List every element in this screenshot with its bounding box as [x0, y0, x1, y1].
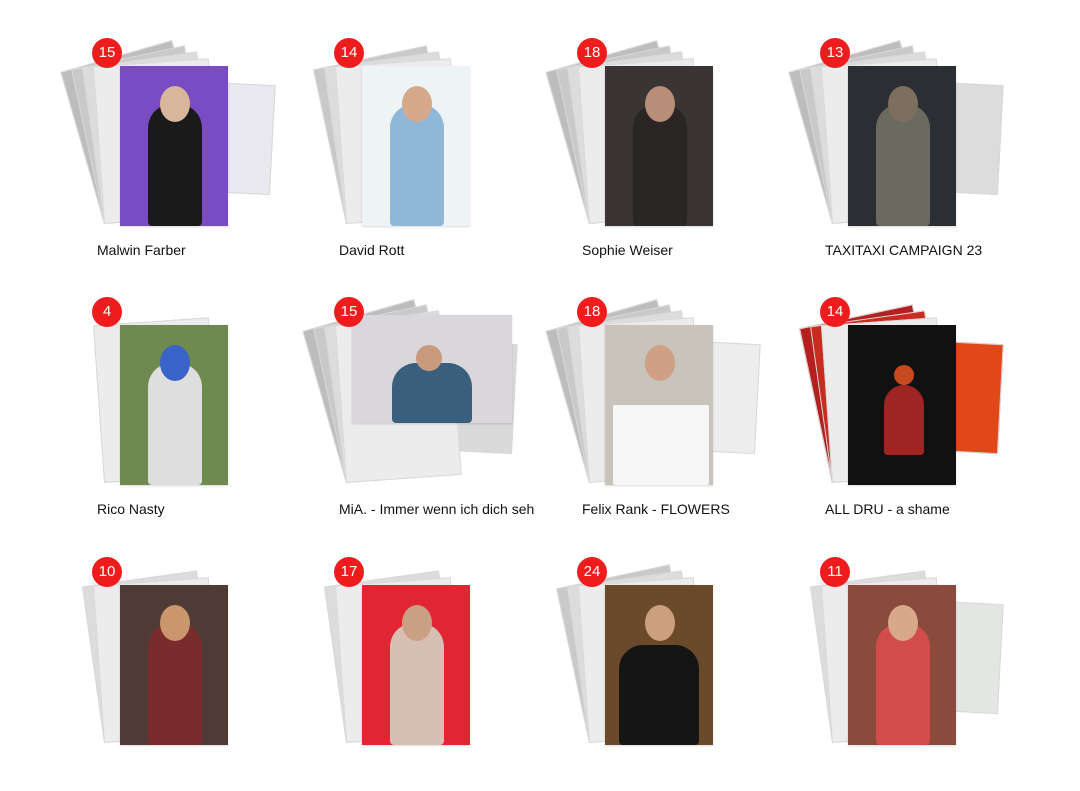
photo-stack	[808, 570, 1008, 761]
cover-photo	[120, 325, 228, 485]
photo-stack	[302, 299, 522, 501]
gallery-item-24[interactable]: 24	[556, 557, 765, 791]
photo-stack	[799, 304, 1008, 501]
photo-count-badge: 24	[577, 557, 607, 587]
cover-photo	[362, 66, 470, 226]
cover-photo	[352, 315, 512, 423]
gallery-item-taxitaxi-campaign-23[interactable]: 13 TAXITAXI CAMPAIGN 23	[788, 38, 1008, 272]
photo-count-badge: 15	[334, 297, 364, 327]
photo-stack	[313, 45, 522, 242]
gallery-item-title[interactable]: Sophie Weiser	[582, 242, 673, 258]
photo-count-badge: 17	[334, 557, 364, 587]
gallery-item-title[interactable]: MiA. - Immer wenn ich dich seh	[339, 501, 534, 517]
cover-photo	[605, 325, 713, 485]
cover-photo	[848, 585, 956, 745]
photo-count-badge: 14	[334, 38, 364, 68]
photo-count-badge: 14	[820, 297, 850, 327]
gallery-item-11[interactable]: 11	[808, 557, 1008, 791]
gallery-item-rico-nasty[interactable]: 4 Rico Nasty	[80, 297, 280, 531]
gallery-item-malwin-farber[interactable]: 15 Malwin Farber	[60, 38, 280, 272]
photo-stack	[788, 40, 1008, 242]
cover-photo	[120, 585, 228, 745]
gallery-item-title[interactable]: TAXITAXI CAMPAIGN 23	[825, 242, 982, 258]
photo-count-badge: 15	[92, 38, 122, 68]
gallery-item-title[interactable]: Felix Rank - FLOWERS	[582, 501, 730, 517]
photo-count-badge: 18	[577, 38, 607, 68]
photo-stack	[80, 570, 280, 761]
photo-stack	[556, 564, 765, 761]
photo-stack	[60, 40, 280, 242]
cover-photo	[848, 66, 956, 226]
gallery-item-17[interactable]: 17	[322, 557, 522, 791]
gallery-item-title[interactable]: Rico Nasty	[97, 501, 165, 517]
gallery-item-david-rott[interactable]: 14 David Rott	[313, 38, 522, 272]
cover-photo	[362, 585, 470, 745]
gallery-item-mia-immer-wenn-ich-dich-seh[interactable]: 15 MiA. - Immer wenn ich dich seh	[302, 297, 534, 531]
gallery-item-title[interactable]: ALL DRU - a shame	[825, 501, 950, 517]
cover-photo	[848, 325, 956, 485]
gallery-item-felix-rank-flowers[interactable]: 18 Felix Rank - FLOWERS	[545, 297, 765, 531]
photo-stack	[80, 311, 280, 501]
gallery-item-title[interactable]: David Rott	[339, 242, 404, 258]
photo-stack	[545, 299, 765, 501]
cover-photo	[605, 585, 713, 745]
gallery-item-title[interactable]: Malwin Farber	[97, 242, 186, 258]
photo-count-badge: 13	[820, 38, 850, 68]
cover-photo	[120, 66, 228, 226]
photo-count-badge: 11	[820, 557, 850, 587]
photo-count-badge: 18	[577, 297, 607, 327]
cover-photo	[605, 66, 713, 226]
gallery-item-10[interactable]: 10	[80, 557, 280, 791]
photo-count-badge: 4	[92, 297, 122, 327]
gallery-item-all-dru-a-shame[interactable]: 14 ALL DRU - a shame	[799, 297, 1008, 531]
photo-stack	[545, 40, 765, 242]
gallery-item-sophie-weiser[interactable]: 18 Sophie Weiser	[545, 38, 765, 272]
photo-count-badge: 10	[92, 557, 122, 587]
photo-stack	[322, 570, 522, 761]
